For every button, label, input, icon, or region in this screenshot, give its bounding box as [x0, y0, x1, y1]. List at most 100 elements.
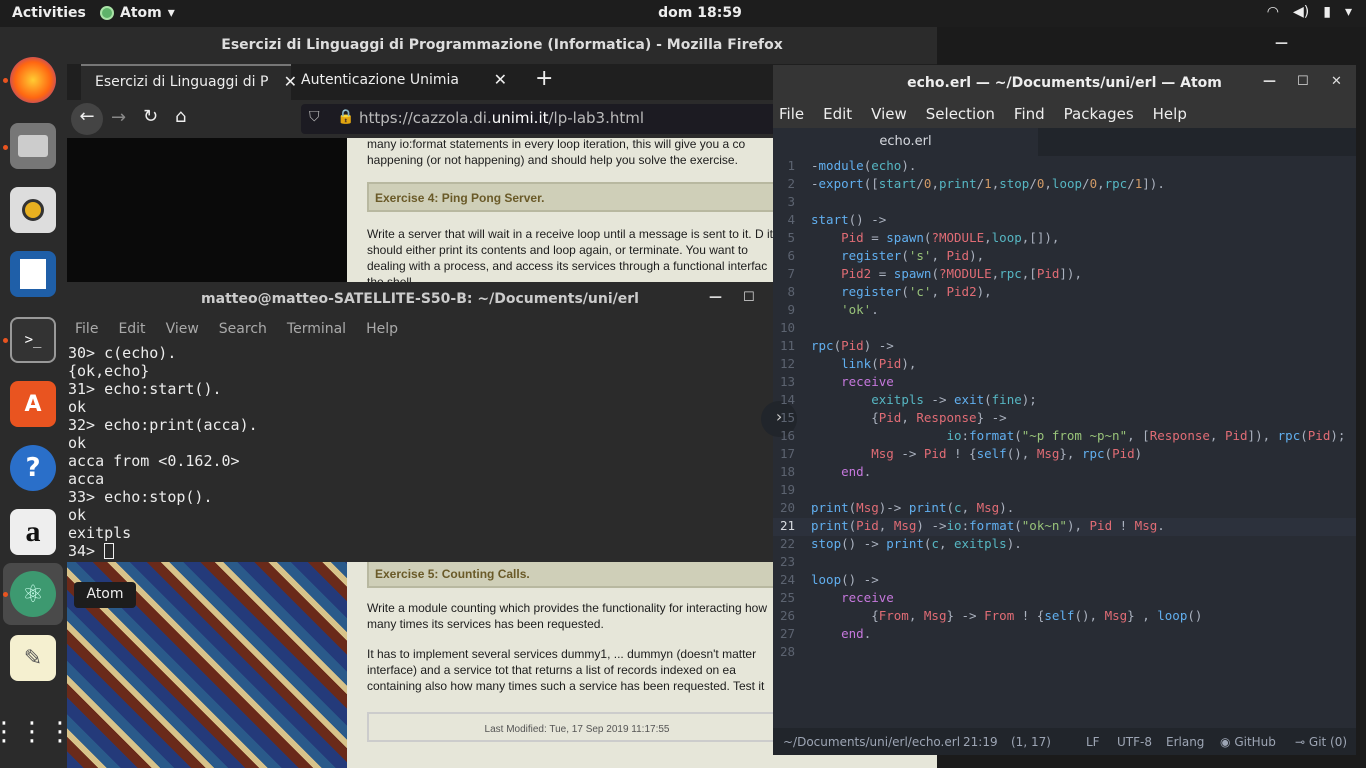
status-cursor-position[interactable]: 21:19 [963, 735, 998, 749]
terminal-output[interactable]: 30> c(echo). {ok,echo} 31> echo:start().… [67, 344, 773, 562]
code-line[interactable]: 27 end. [773, 626, 1356, 644]
menu-edit[interactable]: Edit [823, 105, 852, 128]
terminal-window: matteo@matteo-SATELLITE-S50-B: ~/Documen… [67, 282, 773, 562]
status-encoding[interactable]: UTF-8 [1117, 735, 1152, 749]
code-line[interactable]: 12 link(Pid), [773, 356, 1356, 374]
line-number: 23 [779, 554, 795, 569]
menu-packages[interactable]: Packages [1064, 105, 1134, 128]
code-line[interactable]: 19 [773, 482, 1356, 500]
menu-search[interactable]: Search [219, 321, 267, 344]
atom-icon[interactable]: ⚛ [10, 571, 56, 617]
back-icon[interactable]: ← [71, 103, 103, 135]
line-number: 8 [787, 284, 795, 299]
code-line[interactable]: 10 [773, 320, 1356, 338]
activities-button[interactable]: Activities [12, 5, 86, 21]
code-text: start() -> [811, 212, 887, 227]
terminal-icon[interactable]: >_ [10, 317, 56, 363]
terminal-line: ok [68, 398, 87, 416]
line-number: 21 [779, 518, 795, 533]
close-button[interactable]: ✕ [1331, 74, 1342, 89]
line-number: 5 [787, 230, 795, 245]
code-line[interactable]: 1 -module(echo). [773, 158, 1356, 176]
files-icon[interactable] [10, 123, 56, 169]
code-line[interactable]: 5 Pid = spawn(?MODULE,loop,[]), [773, 230, 1356, 248]
code-line[interactable]: 21 print(Pid, Msg) ->io:format("ok~n"), P… [773, 518, 1356, 536]
menu-terminal[interactable]: Terminal [287, 321, 346, 344]
code-line[interactable]: 15 {Pid, Response} -> [773, 410, 1356, 428]
chevron-down-icon: ▾ [167, 5, 175, 21]
code-line[interactable]: 28 [773, 644, 1356, 662]
minimize-button[interactable]: — [1263, 74, 1276, 89]
menu-edit[interactable]: Edit [118, 321, 145, 344]
minimize-button[interactable]: — [1275, 36, 1288, 51]
menu-help[interactable]: Help [1153, 105, 1187, 128]
code-line[interactable]: 17 Msg -> Pid ! {self(), Msg}, rpc(Pid) [773, 446, 1356, 464]
help-icon[interactable]: ? [10, 445, 56, 491]
code-line[interactable]: 9 'ok'. [773, 302, 1356, 320]
home-icon[interactable]: ⌂ [175, 106, 186, 127]
line-number: 19 [779, 482, 795, 497]
status-bar: ~/Documents/uni/erl/echo.erl 21:19 (1, 1… [773, 728, 1356, 755]
code-text: print(Msg)-> print(c, Msg). [811, 500, 1015, 515]
menu-find[interactable]: Find [1014, 105, 1045, 128]
system-tray[interactable]: ◠ ◀) ▮ ▾ [1267, 4, 1352, 20]
status-line-ending[interactable]: LF [1086, 735, 1100, 749]
firefox-icon[interactable] [10, 57, 56, 103]
tab-autenticazione[interactable]: Autenticazione Unimia ✕ [287, 64, 517, 100]
tab-label: Autenticazione Unimia [301, 72, 459, 88]
menu-view[interactable]: View [871, 105, 907, 128]
code-line[interactable]: 4 start() -> [773, 212, 1356, 230]
running-indicator [3, 592, 8, 597]
show-applications-icon[interactable]: ⋮⋮⋮ [0, 709, 73, 755]
minimize-button[interactable]: — [709, 290, 722, 305]
shield-icon: ⛉ [309, 109, 320, 125]
code-line[interactable]: 16 io:format("~p from ~p~n", [Response, … [773, 428, 1356, 446]
clock[interactable]: dom 18:59 [640, 5, 760, 21]
code-line[interactable]: 8 register('c', Pid2), [773, 284, 1356, 302]
code-line[interactable]: 7 Pid2 = spawn(?MODULE,rpc,[Pid]), [773, 266, 1356, 284]
code-line[interactable]: 3 [773, 194, 1356, 212]
code-line[interactable]: 24 loop() -> [773, 572, 1356, 590]
code-line[interactable]: 6 register('s', Pid), [773, 248, 1356, 266]
rhythmbox-icon[interactable] [10, 187, 56, 233]
code-line[interactable]: 26 {From, Msg} -> From ! {self(), Msg} ,… [773, 608, 1356, 626]
firefox-titlebar: Esercizi di Linguaggi di Programmazione … [67, 27, 1288, 64]
menu-selection[interactable]: Selection [926, 105, 995, 128]
menu-file[interactable]: File [75, 321, 98, 344]
tab-echo-erl[interactable]: echo.erl [773, 128, 1038, 156]
code-line[interactable]: 18 end. [773, 464, 1356, 482]
code-line[interactable]: 25 receive [773, 590, 1356, 608]
git-button[interactable]: ⊸ Git (0) [1295, 735, 1347, 749]
menu-view[interactable]: View [166, 321, 199, 344]
status-file-path[interactable]: ~/Documents/uni/erl/echo.erl [783, 735, 960, 749]
code-line[interactable]: 20 print(Msg)-> print(c, Msg). [773, 500, 1356, 518]
maximize-button[interactable]: ☐ [1297, 74, 1309, 89]
chevron-down-icon: ▾ [1344, 4, 1352, 20]
github-button[interactable]: ◉ GitHub [1220, 735, 1276, 749]
line-number: 27 [779, 626, 795, 641]
code-line[interactable]: 22 stop() -> print(c, exitpls). [773, 536, 1356, 554]
code-line[interactable]: 23 [773, 554, 1356, 572]
menu-file[interactable]: File [779, 105, 804, 128]
code-line[interactable]: 11 rpc(Pid) -> [773, 338, 1356, 356]
terminal-prompt-line[interactable]: 34> [68, 542, 773, 560]
line-number: 20 [779, 500, 795, 515]
app-menu[interactable]: Atom ▾ [100, 5, 175, 21]
maximize-button[interactable]: ☐ [743, 290, 755, 305]
forward-icon[interactable]: → [111, 107, 126, 128]
tab-esercizi[interactable]: Esercizi di Linguaggi di P ✕ [81, 64, 297, 100]
writer-icon[interactable] [10, 251, 56, 297]
code-line[interactable]: 13 receive [773, 374, 1356, 392]
amazon-icon[interactable]: a [10, 509, 56, 555]
status-selection-count[interactable]: (1, 17) [1011, 735, 1051, 749]
code-line[interactable]: 14 exitpls -> exit(fine); [773, 392, 1356, 410]
software-center-icon[interactable]: A [10, 381, 56, 427]
code-line[interactable]: 2 -export([start/0,print/1,stop/0,loop/0,… [773, 176, 1356, 194]
new-tab-button[interactable]: + [521, 64, 553, 100]
text-editor-icon[interactable]: ✎ [10, 635, 56, 681]
code-editor[interactable]: › 1 -module(echo). 2 -export([start/0,print… [761, 156, 1356, 728]
reload-icon[interactable]: ↻ [143, 106, 158, 127]
close-tab-icon[interactable]: ✕ [494, 70, 507, 89]
status-grammar[interactable]: Erlang [1166, 735, 1204, 749]
menu-help[interactable]: Help [366, 321, 398, 344]
